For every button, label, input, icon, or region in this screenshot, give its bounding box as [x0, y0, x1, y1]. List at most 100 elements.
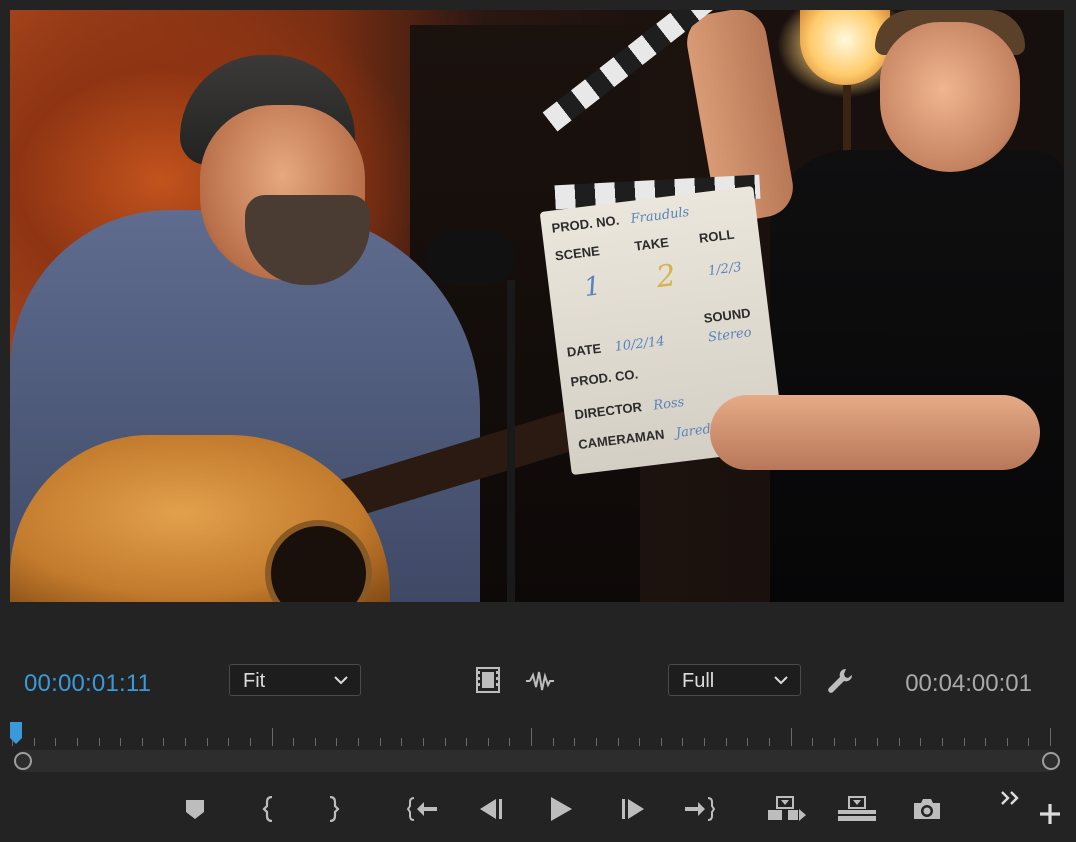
time-ruler[interactable]	[12, 728, 1051, 746]
ruler-tick	[747, 738, 748, 746]
ruler-tick	[315, 738, 316, 746]
mark-out-button[interactable]	[316, 794, 350, 824]
ruler-tick	[55, 738, 56, 746]
ruler-tick	[99, 738, 100, 746]
ruler-tick	[120, 738, 121, 746]
zoom-level-select[interactable]: Fit	[229, 664, 361, 696]
step-back-icon	[480, 799, 502, 819]
zoom-scroll-bar[interactable]	[14, 750, 1058, 772]
ruler-tick	[77, 738, 78, 746]
microphone	[425, 230, 515, 285]
ruler-tick	[423, 738, 424, 746]
ruler-tick	[1050, 728, 1051, 746]
mark-in-icon	[262, 796, 273, 822]
slate-cameraman-label: CAMERAMAN	[577, 426, 666, 453]
drag-video-only-icon[interactable]	[474, 666, 502, 694]
ruler-tick	[769, 738, 770, 746]
slate-operator-figure	[770, 150, 1064, 602]
ruler-tick	[509, 738, 510, 746]
export-frame-button[interactable]	[910, 794, 944, 824]
plus-icon	[1040, 804, 1060, 824]
slate-take-label: TAKE	[633, 234, 670, 254]
play-button[interactable]	[544, 794, 578, 824]
mark-in-button[interactable]	[252, 794, 286, 824]
ruler-tick	[228, 738, 229, 746]
slate-cameraman-value: Jared	[675, 421, 712, 442]
insert-button[interactable]	[766, 794, 808, 824]
wrench-icon	[828, 668, 853, 693]
ruler-tick	[293, 738, 294, 746]
ruler-tick	[834, 738, 835, 746]
ruler-tick	[985, 738, 986, 746]
playhead-icon[interactable]	[10, 722, 22, 744]
ruler-tick	[34, 738, 35, 746]
ruler-tick	[726, 738, 727, 746]
slate-scene-label: SCENE	[554, 243, 601, 264]
slate-take-value: 2	[654, 258, 678, 296]
ruler-tick	[401, 738, 402, 746]
drag-audio-only-icon[interactable]	[524, 667, 556, 695]
go-to-in-icon	[407, 797, 437, 821]
duration-timecode: 00:04:00:01	[905, 670, 1032, 697]
double-chevron-icon	[1001, 791, 1019, 805]
more-controls-button[interactable]	[996, 786, 1026, 810]
slate-scene-value: 1	[582, 271, 603, 304]
ruler-tick	[704, 738, 705, 746]
ruler-tick	[920, 738, 921, 746]
slate-director-label: DIRECTOR	[573, 399, 643, 423]
ruler-tick	[207, 738, 208, 746]
zoom-level-value: Fit	[243, 670, 266, 692]
zoom-scroll-end-handle[interactable]	[1042, 752, 1060, 770]
chevron-down-icon	[774, 676, 788, 685]
ruler-tick	[466, 738, 467, 746]
overwrite-icon	[838, 796, 876, 821]
ruler-tick	[877, 738, 878, 746]
waveform-icon	[526, 671, 554, 691]
settings-button[interactable]	[824, 666, 856, 696]
program-monitor-video[interactable]: PROD. NO. Frauduls SCENE TAKE ROLL 1 2 1…	[10, 10, 1064, 602]
step-forward-button[interactable]	[616, 794, 650, 824]
button-editor-button[interactable]	[1034, 798, 1066, 830]
ruler-tick	[964, 738, 965, 746]
chevron-down-icon	[334, 676, 348, 685]
film-strip-icon	[476, 667, 500, 693]
slate-prod-co-label: PROD. CO.	[569, 366, 639, 390]
slate-prod-no-value: Frauduls	[629, 204, 691, 227]
ruler-tick	[682, 738, 683, 746]
microphone-stand	[507, 280, 515, 602]
slate-roll-value: 1/2/3	[707, 259, 743, 279]
playback-resolution-value: Full	[682, 670, 715, 692]
slate-director-value: Ross	[652, 394, 686, 414]
playback-resolution-select[interactable]: Full	[668, 664, 801, 696]
ruler-tick	[553, 738, 554, 746]
ruler-tick	[272, 728, 273, 746]
go-to-in-button[interactable]	[406, 794, 440, 824]
ruler-tick	[942, 738, 943, 746]
ruler-tick	[142, 738, 143, 746]
ruler-tick	[336, 738, 337, 746]
add-marker-button[interactable]	[178, 794, 212, 824]
ruler-tick	[445, 738, 446, 746]
mark-out-icon	[329, 796, 340, 822]
ruler-tick	[1007, 738, 1008, 746]
ruler-tick	[358, 738, 359, 746]
current-timecode[interactable]: 00:00:01:11	[24, 670, 151, 698]
overwrite-button[interactable]	[836, 794, 878, 824]
ruler-tick	[661, 738, 662, 746]
ruler-tick	[488, 738, 489, 746]
ruler-tick	[639, 738, 640, 746]
slate-date-label: DATE	[566, 340, 603, 360]
ruler-tick	[899, 738, 900, 746]
slate-operator-forearm	[710, 395, 1040, 470]
play-icon	[551, 797, 572, 821]
ruler-tick	[380, 738, 381, 746]
camera-icon	[914, 799, 940, 819]
ruler-tick	[1028, 738, 1029, 746]
zoom-scroll-start-handle[interactable]	[14, 752, 32, 770]
step-back-button[interactable]	[474, 794, 508, 824]
ruler-tick	[618, 738, 619, 746]
ruler-tick	[812, 738, 813, 746]
ruler-tick	[531, 728, 532, 746]
go-to-out-button[interactable]	[682, 794, 716, 824]
ruler-tick	[574, 738, 575, 746]
